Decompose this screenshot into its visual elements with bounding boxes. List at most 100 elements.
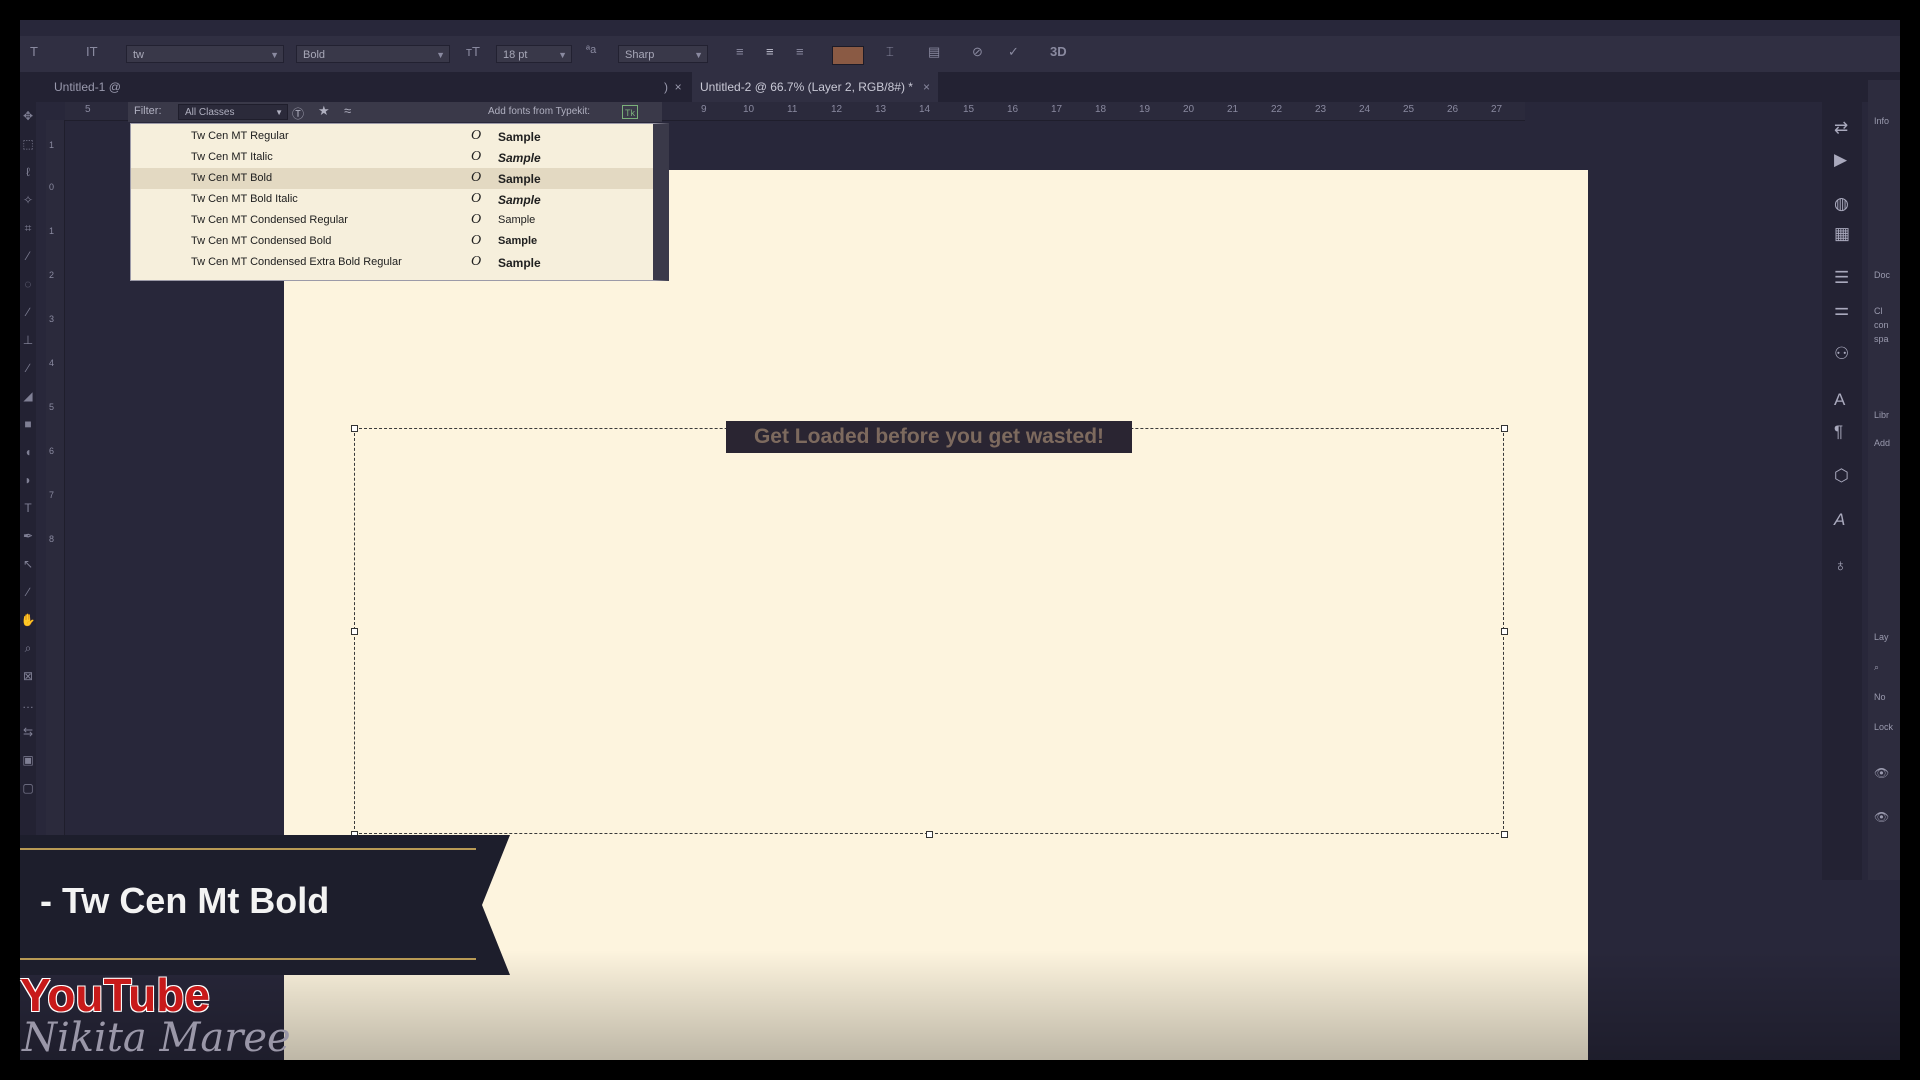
ruler-label: 10 <box>743 104 755 115</box>
character-panel-icon[interactable]: ▤ <box>928 44 940 60</box>
lightbulb-icon[interactable]: ♁ <box>1834 556 1847 576</box>
font-list-item-selected[interactable]: Tw Cen MT Bold O Sample <box>131 168 653 189</box>
font-list-item[interactable]: Tw Cen MT Condensed Extra Bold Regular O… <box>131 252 653 273</box>
vertical-ruler: 1 0 1 2 3 4 5 6 7 8 <box>46 120 65 860</box>
ruler-label: 1 <box>49 140 55 150</box>
healing-brush-icon[interactable]: ◌ <box>20 270 36 298</box>
pen-tool-icon[interactable]: ✒ <box>20 522 36 550</box>
similar-fonts-icon[interactable]: ≈ <box>344 103 351 118</box>
eye-icon[interactable]: 👁 <box>1874 766 1889 780</box>
filter-class-select[interactable]: All Classes ▼ <box>178 104 288 120</box>
dodge-tool-icon[interactable]: ◗ <box>20 466 36 494</box>
eye-icon[interactable]: 👁 <box>1874 810 1889 824</box>
clone-source-icon[interactable]: ⚇ <box>1834 344 1849 364</box>
history-icon[interactable]: ⇄ <box>1834 118 1848 138</box>
swap-colors-icon[interactable]: ⇆ <box>20 718 36 746</box>
marquee-tool-icon[interactable]: ⬚ <box>20 130 36 158</box>
align-center-icon[interactable]: ≡ <box>766 44 774 59</box>
transform-handle[interactable] <box>1501 831 1508 838</box>
warp-text-icon[interactable]: ⌶ <box>886 44 894 60</box>
eraser-icon[interactable]: ◢ <box>20 382 36 410</box>
ruler-label: 1 <box>49 226 55 236</box>
align-left-icon[interactable]: ≡ <box>736 44 744 59</box>
tab-untitled-1[interactable]: Untitled-1 @ <box>46 72 129 102</box>
chevron-down-icon: ▼ <box>558 50 567 60</box>
font-list-item[interactable]: Tw Cen MT Regular O Sample <box>131 126 653 147</box>
character-icon[interactable]: A <box>1834 390 1845 410</box>
panel-label: spa <box>1874 334 1889 344</box>
history-brush-icon[interactable]: ∕ <box>20 354 36 382</box>
panel-label: Lock <box>1874 722 1894 732</box>
author-signature: Nikita Maree <box>22 1015 291 1061</box>
actions-play-icon[interactable]: ▶ <box>1834 150 1847 170</box>
selected-text-layer[interactable]: Get Loaded before you get wasted! <box>726 421 1132 453</box>
ruler-label: 19 <box>1139 104 1151 115</box>
search-icon[interactable]: ⌕ <box>1874 662 1879 673</box>
text-bounding-box[interactable] <box>354 428 1504 834</box>
opentype-icon: O <box>471 128 482 143</box>
font-size-select[interactable]: 18 pt ▼ <box>496 45 572 63</box>
star-favorites-icon[interactable]: ★ <box>318 103 330 119</box>
color-swatches-icon[interactable]: ▣ <box>20 746 36 774</box>
glyphs-icon[interactable]: A <box>1834 510 1845 530</box>
text-color-swatch[interactable] <box>832 46 864 65</box>
color-palette-icon[interactable]: ◍ <box>1834 194 1849 214</box>
hand-tool-icon[interactable]: ✋ <box>20 606 36 634</box>
more-tools-icon[interactable]: … <box>20 690 36 718</box>
ruler-label: 6 <box>49 446 55 456</box>
edit-toolbar-icon[interactable]: ⊠ <box>20 662 36 690</box>
gradient-tool-icon[interactable]: ■ <box>20 410 36 438</box>
panel-label: Info <box>1874 116 1890 126</box>
font-family-input[interactable]: tw ▼ <box>126 45 284 63</box>
stamp-tool-icon[interactable]: ⊥ <box>20 326 36 354</box>
3d-cube-icon[interactable]: ⬡ <box>1834 466 1849 486</box>
move-tool-icon[interactable]: ✥ <box>20 102 36 130</box>
typekit-filter-icon[interactable]: Ⓣ <box>292 105 304 122</box>
transform-handle[interactable] <box>351 628 358 635</box>
opentype-icon: O <box>471 191 482 206</box>
adjustments-icon[interactable]: ⚌ <box>1834 300 1849 320</box>
tab-untitled-2[interactable]: Untitled-2 @ 66.7% (Layer 2, RGB/8#) * × <box>692 72 938 102</box>
tab-untitled-1-close[interactable]: ) × <box>656 72 690 102</box>
opentype-icon: O <box>471 233 482 248</box>
paragraph-icon[interactable]: ¶ <box>1834 422 1843 442</box>
font-list-item[interactable]: Tw Cen MT Italic O Sample <box>131 147 653 168</box>
path-select-icon[interactable]: ↖ <box>20 550 36 578</box>
brush-tool-icon[interactable]: ∕ <box>20 298 36 326</box>
transform-handle[interactable] <box>351 425 358 432</box>
type-tool-icon[interactable]: T <box>30 44 38 59</box>
3d-button[interactable]: 3D <box>1050 44 1067 59</box>
swatches-grid-icon[interactable]: ▦ <box>1834 224 1850 244</box>
shape-tool-icon[interactable]: ∕ <box>20 578 36 606</box>
font-style-select[interactable]: Bold ▼ <box>296 45 450 63</box>
font-list-item[interactable]: Tw Cen MT Condensed Regular O Sample <box>131 210 653 231</box>
quick-mask-icon[interactable]: ▢ <box>20 774 36 802</box>
lasso-tool-icon[interactable]: ℓ <box>20 158 36 186</box>
transform-handle[interactable] <box>926 831 933 838</box>
brush-presets-icon[interactable]: ☰ <box>1834 268 1849 288</box>
transform-handle[interactable] <box>1501 425 1508 432</box>
font-name: Tw Cen MT Condensed Bold <box>191 235 332 247</box>
chevron-down-icon: ▼ <box>694 50 703 60</box>
opentype-icon: O <box>471 254 482 269</box>
antialias-select[interactable]: Sharp ▼ <box>618 45 708 63</box>
font-list-item[interactable]: Tw Cen MT Bold Italic O Sample <box>131 189 653 210</box>
close-icon[interactable]: ) × <box>664 80 682 94</box>
cancel-icon[interactable]: ⊘ <box>972 44 983 60</box>
close-icon[interactable]: × <box>923 80 930 94</box>
ruler-label: 24 <box>1359 104 1371 115</box>
align-right-icon[interactable]: ≡ <box>796 44 804 59</box>
zoom-tool-icon[interactable]: ⌕ <box>20 634 36 662</box>
font-sample: Sample <box>498 214 536 226</box>
toggle-text-orientation-icon[interactable]: IT <box>86 44 98 59</box>
blur-tool-icon[interactable]: ◖ <box>20 438 36 466</box>
magic-wand-icon[interactable]: ✧ <box>20 186 36 214</box>
transform-handle[interactable] <box>1501 628 1508 635</box>
eyedropper-icon[interactable]: ⁄ <box>20 242 36 270</box>
filter-label: Filter: <box>134 105 162 117</box>
crop-tool-icon[interactable]: ⌗ <box>20 214 36 242</box>
font-list-item[interactable]: Tw Cen MT Condensed Bold O Sample <box>131 231 653 252</box>
typekit-button[interactable]: Tk <box>622 105 638 119</box>
type-tool-icon[interactable]: T <box>20 494 36 522</box>
commit-check-icon[interactable]: ✓ <box>1008 44 1019 60</box>
